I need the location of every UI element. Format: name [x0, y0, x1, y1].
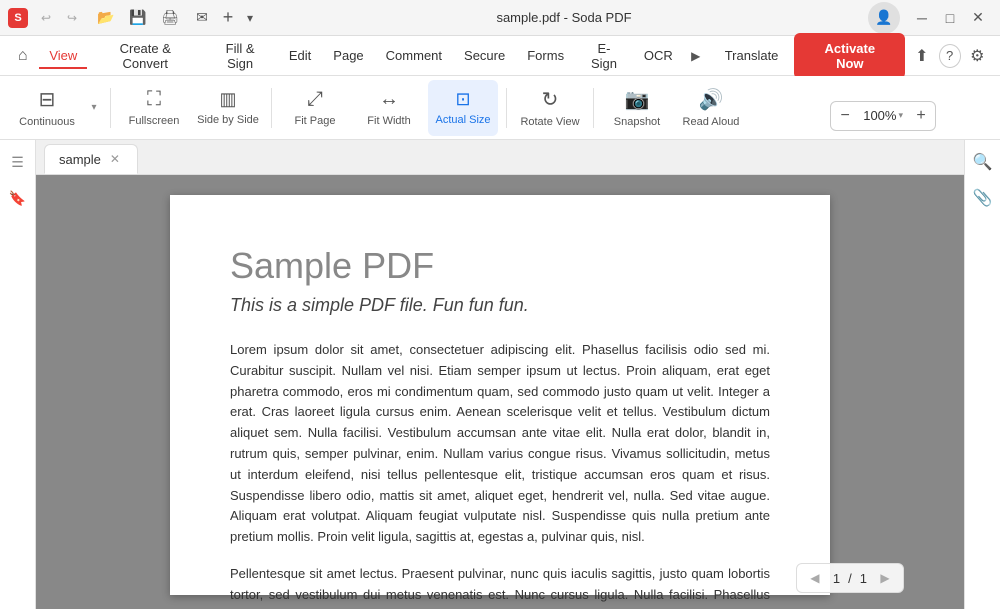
pdf-scroll-area[interactable]: Sample PDF This is a simple PDF file. Fu…: [36, 175, 964, 609]
actual-size-label: Actual Size: [435, 114, 490, 126]
rotate-view-label: Rotate View: [520, 116, 579, 128]
file-ops: 📂 💾 🖨 ✉: [92, 4, 216, 32]
page-separator: /: [848, 571, 852, 586]
menu-bar: ⌂ View Create & Convert Fill & Sign Edit…: [0, 36, 1000, 76]
pdf-paragraph-2: Pellentesque sit amet lectus. Praesent p…: [230, 564, 770, 609]
tool-snapshot[interactable]: 📷 Snapshot: [602, 80, 672, 136]
minimize-button[interactable]: ─: [908, 4, 936, 32]
tool-continuous[interactable]: ⊟ Continuous: [12, 80, 82, 136]
side-by-side-label: Side by Side: [197, 114, 259, 126]
thumbnails-button[interactable]: ☰: [4, 148, 32, 176]
pdf-page: Sample PDF This is a simple PDF file. Fu…: [170, 195, 830, 595]
menu-comment[interactable]: Comment: [376, 42, 452, 69]
main-area: ☰ 🔖 sample ✕ Sample PDF This is a simple…: [0, 140, 1000, 609]
menu-forms[interactable]: Forms: [517, 42, 574, 69]
zoom-percentage: 100%: [863, 108, 896, 123]
prev-page-button[interactable]: ◀: [805, 568, 825, 588]
attachments-button[interactable]: 📎: [969, 184, 997, 212]
tabs-bar: sample ✕: [36, 140, 964, 175]
save-button[interactable]: 💾: [124, 4, 152, 32]
app-icon: S: [8, 8, 28, 28]
snapshot-label: Snapshot: [614, 116, 660, 128]
title-bar: S ↩ ↪ 📂 💾 🖨 ✉ + ▾ sample.pdf - Soda PDF …: [0, 0, 1000, 36]
zoom-level-display[interactable]: 100% ▾: [859, 108, 907, 123]
actual-size-icon: ⊡: [455, 89, 470, 110]
translate-button[interactable]: Translate: [711, 42, 793, 69]
next-page-button[interactable]: ▶: [875, 568, 895, 588]
menu-more-button[interactable]: ▶: [685, 42, 707, 70]
email-button[interactable]: ✉: [188, 4, 216, 32]
tab-close-button[interactable]: ✕: [107, 151, 123, 167]
tool-fit-page[interactable]: ⤢ Fit Page: [280, 80, 350, 136]
page-navigation: ◀ 1 / 1 ▶: [796, 563, 904, 593]
tool-side-by-side[interactable]: ▥ Side by Side: [193, 80, 263, 136]
help-button[interactable]: ?: [939, 44, 961, 68]
bookmarks-button[interactable]: 🔖: [4, 184, 32, 212]
settings-button[interactable]: ⚙: [963, 40, 992, 72]
left-sidebar: ☰ 🔖: [0, 140, 36, 609]
pdf-body: Lorem ipsum dolor sit amet, consectetuer…: [230, 340, 770, 609]
tool-fullscreen[interactable]: ⛶ Fullscreen: [119, 80, 189, 136]
side-by-side-icon: ▥: [219, 89, 236, 110]
tool-fit-width[interactable]: ↔ Fit Width: [354, 80, 424, 136]
current-page: 1: [833, 571, 840, 586]
read-aloud-label: Read Aloud: [683, 116, 740, 128]
continuous-dropdown[interactable]: ▾: [86, 80, 102, 136]
close-button[interactable]: ✕: [964, 4, 992, 32]
fit-page-icon: ⤢: [307, 88, 323, 111]
home-button[interactable]: ⌂: [8, 40, 37, 72]
continuous-label: Continuous: [19, 116, 75, 128]
fit-page-label: Fit Page: [295, 115, 336, 127]
tool-read-aloud[interactable]: 🔊 Read Aloud: [676, 80, 746, 136]
content-area: Sample PDF This is a simple PDF file. Fu…: [36, 175, 964, 609]
activate-now-button[interactable]: Activate Now: [794, 33, 905, 79]
print-button[interactable]: 🖨: [156, 4, 184, 32]
undo-button[interactable]: ↩: [34, 6, 58, 30]
more-options-button[interactable]: ▾: [240, 6, 260, 30]
history-buttons: ↩ ↪: [34, 6, 84, 30]
continuous-icon: ⊟: [39, 87, 56, 112]
menu-esign[interactable]: E-Sign: [576, 35, 632, 77]
total-pages: 1: [860, 571, 867, 586]
pdf-title: Sample PDF: [230, 245, 770, 287]
read-aloud-icon: 🔊: [699, 87, 724, 112]
fit-width-label: Fit Width: [367, 115, 410, 127]
menu-secure[interactable]: Secure: [454, 42, 515, 69]
menu-view[interactable]: View: [39, 42, 87, 69]
menu-page[interactable]: Page: [323, 42, 373, 69]
content-wrapper: sample ✕ Sample PDF This is a simple PDF…: [36, 140, 964, 609]
maximize-button[interactable]: □: [936, 4, 964, 32]
menu-create-convert[interactable]: Create & Convert: [89, 35, 201, 77]
menu-ocr[interactable]: OCR: [634, 42, 683, 69]
snapshot-icon: 📷: [625, 87, 650, 112]
tab-sample[interactable]: sample ✕: [44, 144, 138, 174]
toolbar-separator-1: [110, 88, 111, 128]
add-tab-button[interactable]: +: [216, 6, 240, 30]
zoom-out-button[interactable]: −: [831, 102, 859, 130]
open-button[interactable]: 📂: [92, 4, 120, 32]
fullscreen-icon: ⛶: [147, 88, 161, 111]
share-button[interactable]: ⬆: [907, 40, 936, 72]
toolbar-separator-3: [506, 88, 507, 128]
pdf-subtitle: This is a simple PDF file. Fun fun fun.: [230, 295, 770, 316]
menu-fill-sign[interactable]: Fill & Sign: [203, 35, 277, 77]
toolbar-separator-4: [593, 88, 594, 128]
right-sidebar: 🔍 📎: [964, 140, 1000, 609]
tool-rotate-view[interactable]: ↻ Rotate View: [515, 80, 585, 136]
zoom-dropdown-icon: ▾: [898, 110, 903, 121]
fullscreen-label: Fullscreen: [129, 115, 180, 127]
tool-actual-size[interactable]: ⊡ Actual Size: [428, 80, 498, 136]
rotate-view-icon: ↻: [542, 87, 559, 112]
tab-label: sample: [59, 152, 101, 167]
window-title: sample.pdf - Soda PDF: [260, 10, 868, 25]
fit-width-icon: ↔: [379, 88, 399, 111]
redo-button[interactable]: ↪: [60, 6, 84, 30]
toolbar-separator-2: [271, 88, 272, 128]
toolbar: ⊟ Continuous ▾ ⛶ Fullscreen ▥ Side by Si…: [0, 76, 1000, 140]
user-account-button[interactable]: 👤: [868, 2, 900, 34]
search-button[interactable]: 🔍: [969, 148, 997, 176]
pdf-paragraph-1: Lorem ipsum dolor sit amet, consectetuer…: [230, 340, 770, 548]
menu-edit[interactable]: Edit: [279, 42, 321, 69]
zoom-in-button[interactable]: +: [907, 102, 935, 130]
